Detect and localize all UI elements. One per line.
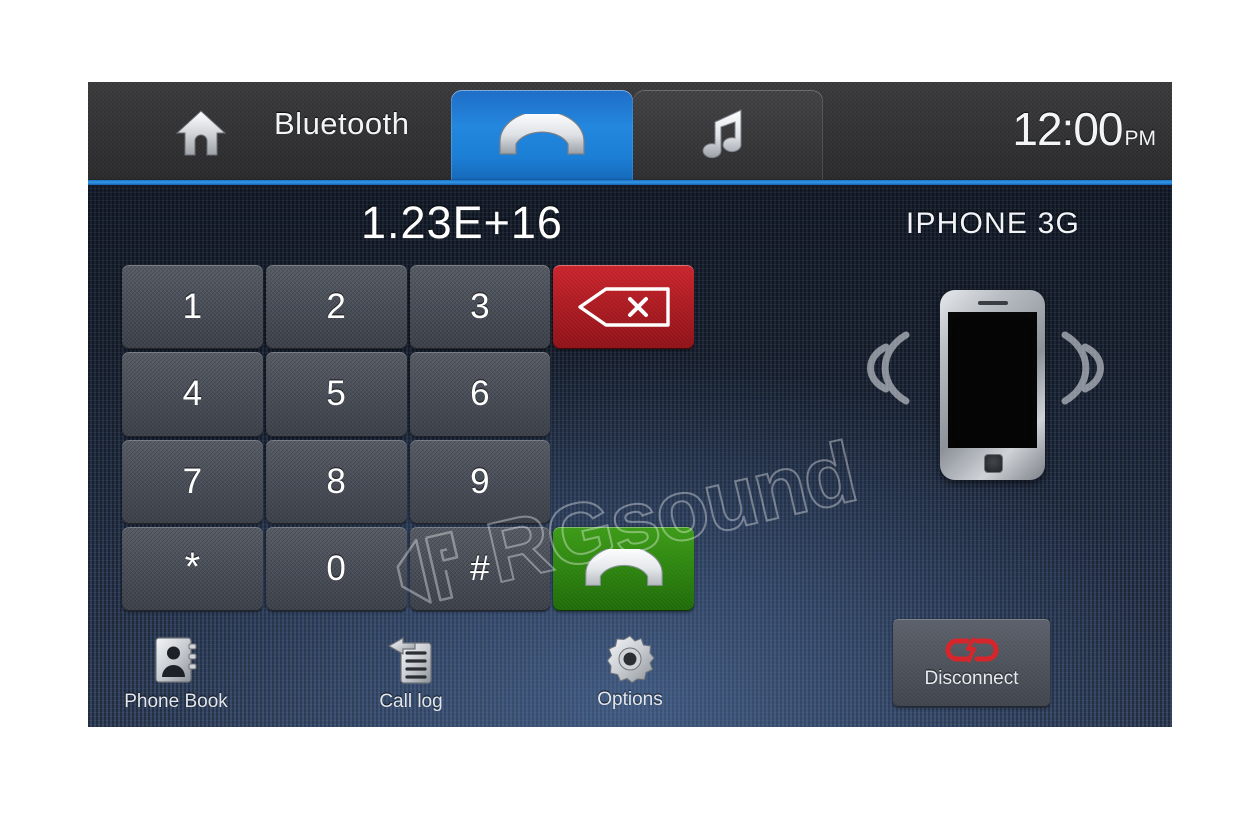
sound-waves-right-icon xyxy=(1061,331,1104,405)
key-9[interactable]: 9 xyxy=(409,439,551,524)
tab-phone[interactable] xyxy=(451,90,633,182)
dialed-number-display: 1.23E+16 xyxy=(361,197,563,248)
key-hash[interactable]: # xyxy=(409,526,551,611)
key-7-label: 7 xyxy=(182,461,203,501)
sound-waves-left-icon xyxy=(867,331,910,405)
dial-keypad: 1 2 3 4 5 6 7 8 9 * 0 # xyxy=(122,265,694,611)
key-5[interactable]: 5 xyxy=(265,352,407,437)
iphone-home-button xyxy=(984,454,1003,473)
key-8[interactable]: 8 xyxy=(265,439,407,524)
iphone-speaker xyxy=(978,301,1008,305)
key-3-label: 3 xyxy=(470,287,490,327)
call-button[interactable] xyxy=(553,526,694,611)
key-2-label: 2 xyxy=(326,287,346,327)
key-6-label: 6 xyxy=(470,374,490,414)
keypad-spacer-2 xyxy=(553,440,694,524)
home-icon xyxy=(175,110,227,156)
gear-icon xyxy=(606,635,654,683)
clock-meridiem: PM xyxy=(1124,127,1157,150)
call-log-icon xyxy=(388,637,432,684)
keypad-spacer-1 xyxy=(553,352,694,436)
key-8-label: 8 xyxy=(326,461,346,501)
key-9-label: 9 xyxy=(470,461,490,501)
key-4-label: 4 xyxy=(182,374,203,414)
iphone-screen xyxy=(948,312,1037,448)
clock: 12:00 PM xyxy=(1012,102,1156,156)
options-button[interactable]: Options xyxy=(550,635,710,711)
key-0-label: 0 xyxy=(326,548,346,588)
key-6[interactable]: 6 xyxy=(409,352,551,437)
key-0[interactable]: 0 xyxy=(265,526,407,611)
key-7[interactable]: 7 xyxy=(122,439,263,524)
backspace-icon xyxy=(577,287,670,327)
main-content: 1.23E+16 IPHONE 3G 1 2 3 4 5 6 7 8 9 * 0 # xyxy=(88,185,1172,727)
bottom-toolbar: Phone Book Call log Options xyxy=(88,625,1172,727)
music-note-icon xyxy=(702,109,742,159)
key-star[interactable]: * xyxy=(122,526,263,611)
phone-book-label: Phone Book xyxy=(124,691,228,712)
head-unit-screen: Bluetooth 12:00 PM 1.23E+16 IPHONE 3G 1 … xyxy=(88,82,1172,727)
connected-device-name: IPHONE 3G xyxy=(905,207,1081,240)
tab-music[interactable] xyxy=(633,90,823,182)
key-5-label: 5 xyxy=(326,374,346,414)
phone-handset-icon xyxy=(584,548,663,586)
contacts-book-icon xyxy=(155,637,197,683)
phone-handset-icon xyxy=(499,114,585,155)
clock-time: 12:00 xyxy=(1012,103,1123,155)
key-2[interactable]: 2 xyxy=(265,265,407,350)
key-1[interactable]: 1 xyxy=(122,265,263,350)
key-3[interactable]: 3 xyxy=(409,265,551,350)
iphone-device xyxy=(940,290,1045,480)
phone-book-button[interactable]: Phone Book xyxy=(96,635,256,713)
key-4[interactable]: 4 xyxy=(122,352,263,437)
backspace-button[interactable] xyxy=(553,265,694,350)
call-log-label: Call log xyxy=(379,691,443,712)
paired-phone-illustration xyxy=(828,265,1158,615)
options-label: Options xyxy=(597,689,663,710)
key-1-label: 1 xyxy=(182,287,203,327)
header-bar: Bluetooth 12:00 PM xyxy=(88,82,1172,185)
key-hash-label: # xyxy=(470,548,490,588)
page-title: Bluetooth xyxy=(274,106,410,141)
home-button[interactable] xyxy=(170,104,232,162)
call-log-button[interactable]: Call log xyxy=(331,635,491,713)
